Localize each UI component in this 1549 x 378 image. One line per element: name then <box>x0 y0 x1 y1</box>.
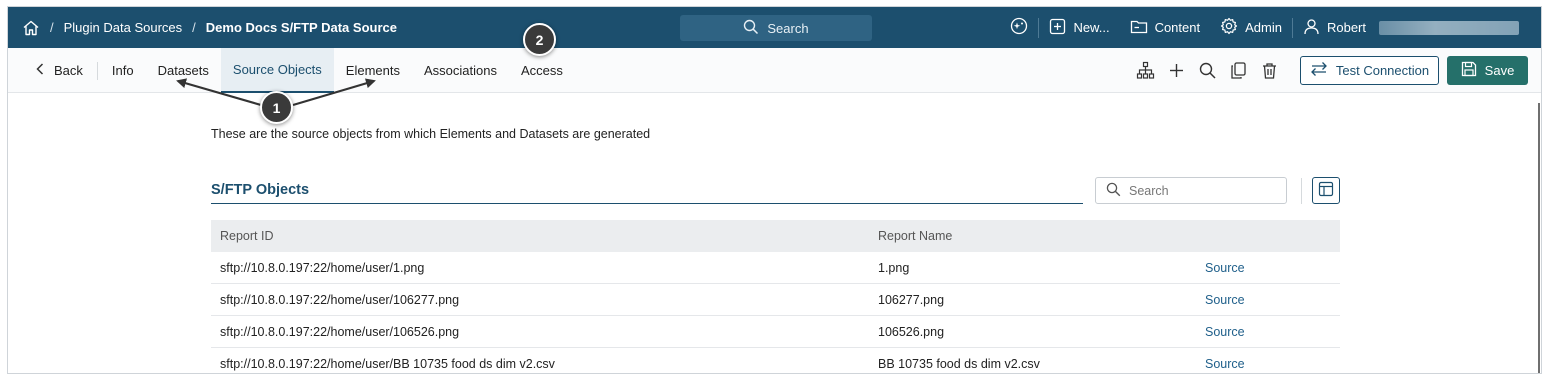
callout-badge-2: 2 <box>523 23 556 56</box>
callout-badge-1: 1 <box>260 91 293 124</box>
app-window: / Plugin Data Sources / Demo Docs S/FTP … <box>7 6 1542 374</box>
arrow-to-elements <box>292 78 376 107</box>
annotation-arrows <box>176 78 376 107</box>
arrow-to-datasets <box>176 78 262 107</box>
